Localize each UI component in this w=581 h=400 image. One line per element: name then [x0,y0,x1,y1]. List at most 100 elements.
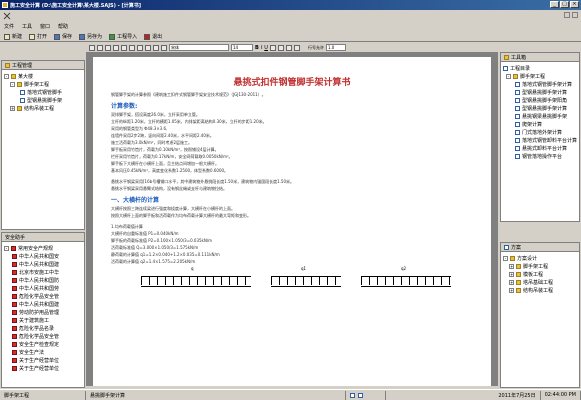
safety-item[interactable]: 中华人民共和国防 [4,276,82,284]
document-page[interactable]: 悬挑式扣件钢管脚手架计算书 钢管脚手架的计算参照《建筑施工扣件式钢管脚手架安全技… [93,57,491,386]
preview-icon[interactable] [105,44,111,51]
safety-item[interactable]: 中华人民共和国建 [4,300,82,308]
new-file-icon [4,33,10,40]
toolbox-item[interactable]: 型钢悬挑脚手架阳角 [503,96,577,104]
safety-item[interactable]: 中华人民共和国劳 [4,284,82,292]
safety-root[interactable]: - 常用安全产规规 [4,244,82,252]
undo-icon[interactable] [137,44,143,51]
expand-icon[interactable]: + [509,287,514,293]
plan-item[interactable]: + 结构吊装工程 [503,286,577,294]
toolbox-item-label: 落地式钢管脚手架计算 [522,81,573,88]
toolbox-item[interactable]: 悬挑式卸料平台计算 [503,144,577,152]
redo-icon[interactable] [145,44,151,51]
collapse-icon[interactable]: - [4,73,9,79]
align-left-icon[interactable] [269,44,276,51]
title-bar: 施工安全计算 (D:\施工安全计算\某大楼.SAJS) - [计算书] _ □ … [0,0,581,10]
align-right-icon[interactable] [285,44,292,51]
toolbox-item[interactable]: 门式落地外架计算 [503,128,577,136]
table-icon[interactable] [161,44,167,51]
cut-icon[interactable] [129,44,135,51]
doc-load-line: 脚手板的荷载标准值 P2=0.100×1.050/3=0.035kN/m [111,238,213,243]
collapse-icon[interactable]: - [4,245,9,251]
find-icon[interactable] [153,44,159,51]
toolbox-item[interactable]: 钢管落地操作平台 [503,152,577,160]
toolbox-item[interactable]: 悬挑钢梁悬挑脚手架 [503,112,577,120]
exit-button[interactable]: 退出 [144,33,162,40]
tree-other-project[interactable]: + 结构吊装工程 [4,104,82,112]
expand-icon[interactable]: + [509,271,514,277]
open-button[interactable]: 打开 [29,33,47,40]
plan-item[interactable]: + 脚手架工程 [503,262,577,270]
mdi-close-button[interactable] [572,12,578,18]
plan-item-label: 结构吊装工程 [523,287,554,294]
safety-item[interactable]: 危险化学品安全管 [4,332,82,340]
safety-item[interactable]: 安全生产法 [4,348,82,356]
safety-item[interactable]: 危险化学品名录 [4,324,82,332]
safety-item-label: 关于生产经营单位 [19,365,60,372]
new-button[interactable]: 新建 [4,33,22,40]
minimize-button[interactable]: _ [550,1,559,8]
doc-load-line: 活荷载的计算值 q2=1.4×1.575=2.205kN/m [111,259,196,264]
font-color-icon[interactable] [293,44,300,51]
expand-icon[interactable]: + [509,279,514,285]
plan-item[interactable]: + 塔吊基础工程 [503,278,577,286]
safety-item[interactable]: 关于生产经营单位 [4,356,82,364]
safety-item[interactable]: 关于生产经营单位 [4,364,82,372]
safety-item[interactable]: 北京市安施工中华 [4,268,82,276]
load-arrow [319,277,320,285]
plan-item[interactable]: + 模板工程 [503,270,577,278]
diagram-label-q1: q1 [301,266,307,271]
collapse-icon[interactable]: - [10,81,15,87]
collapse-icon[interactable]: - [503,255,508,261]
close-button[interactable]: × [570,1,579,8]
safety-item[interactable]: 危险化学品安全管 [4,292,82,300]
paste-icon[interactable] [121,44,127,51]
doc-save-icon[interactable] [89,44,95,51]
plan-root[interactable]: - 方案设计 [503,254,577,262]
toolbox-item[interactable]: 型钢悬挑脚手架计算 [503,104,577,112]
bold-button[interactable]: B [255,45,259,51]
toolbox-item-label: 钢管落地操作平台 [522,153,563,160]
menu-tools[interactable]: 工具 [22,23,32,30]
tree-root[interactable]: - 某大楼 [4,72,82,80]
tree-item-scaffold-2[interactable]: 型钢悬挑脚手架 [4,96,82,104]
tree-item-scaffold-1[interactable]: 落地式钢管脚手 [4,88,82,96]
expand-icon[interactable]: + [10,105,15,111]
mdi-minimize-button[interactable] [564,12,570,18]
menu-file[interactable]: 文件 [4,23,14,30]
toolbox-project[interactable]: - 脚手架工程 [503,72,577,80]
underline-button[interactable]: U [264,45,268,51]
print-icon[interactable] [97,44,103,51]
import-button[interactable]: 工程导入 [109,33,137,40]
font-select[interactable]: 宋体 [169,44,229,51]
regulation-icon [12,325,17,331]
safety-item[interactable]: 关于建筑施工 [4,316,82,324]
font-size-select[interactable]: 14 [231,44,253,51]
mdi-child-icon[interactable] [3,12,11,20]
doc-section1-heading: 一、大横杆的计算 [111,197,160,204]
toolbox-item[interactable]: 型钢悬挑脚手架计算 [503,88,577,96]
align-center-icon[interactable] [277,44,284,51]
save-button[interactable]: 保存 [54,33,72,40]
load-arrow [433,277,434,285]
safety-item[interactable]: 中华人民共和国安 [4,252,82,260]
italic-button[interactable]: I [261,45,262,51]
copy-icon[interactable] [113,44,119,51]
tree-project[interactable]: - 脚手架工程 [4,80,82,88]
safety-item[interactable]: 劳动防护用品管理 [4,308,82,316]
toolbox-root[interactable]: 工程目录 [503,64,577,72]
menu-help[interactable]: 帮助 [58,23,68,30]
save-as-button[interactable]: 另存为 [79,33,102,40]
line-spacing-input[interactable]: 1.0 [325,44,346,51]
toolbox-item[interactable]: 爬架计算 [503,120,577,128]
safety-item[interactable]: 安全生产检查规定 [4,340,82,348]
expand-icon[interactable]: + [509,263,514,269]
status-date: 2011年7月25日 [494,390,541,400]
menu-window[interactable]: 窗口 [40,23,50,30]
collapse-icon[interactable]: - [506,73,511,79]
maximize-button[interactable]: □ [560,1,569,8]
toolbox-item[interactable]: 落地式钢管脚手架计算 [503,80,577,88]
safety-item[interactable]: 中华人民共和国建 [4,260,82,268]
safety-item-label: 劳动防护用品管理 [19,309,60,316]
toolbox-item[interactable]: 落地式钢管卸料平台计算 [503,136,577,144]
